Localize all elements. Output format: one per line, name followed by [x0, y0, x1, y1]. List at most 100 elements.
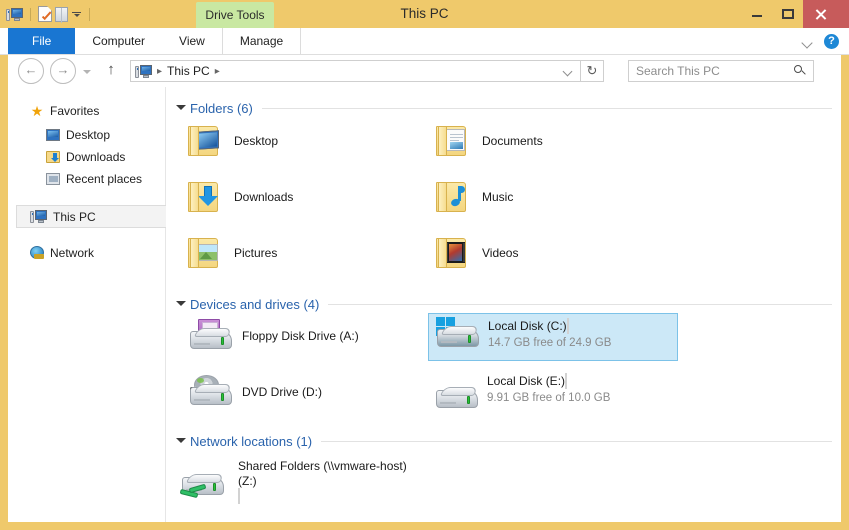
- up-button[interactable]: ↑: [100, 59, 122, 83]
- network-icon: [30, 246, 44, 259]
- item-documents[interactable]: Documents: [436, 124, 543, 157]
- breadcrumb-separator-1: ▸: [157, 65, 163, 77]
- item-label: DVD Drive (D:): [242, 385, 322, 399]
- customize-qat-chevron-down-icon[interactable]: [71, 9, 82, 20]
- capacity-bar: [238, 488, 240, 504]
- network-drive-icon: [179, 465, 226, 505]
- content-pane: Folders (6) Desktop Documents Downloads …: [166, 87, 841, 522]
- group-devices-and-drives: Devices and drives (4): [166, 293, 841, 315]
- group-title: Folders (6): [190, 100, 253, 116]
- group-rule: [261, 107, 832, 109]
- folder-desktop-icon: [188, 124, 226, 157]
- breadcrumb-item-this-pc[interactable]: This PC: [167, 64, 210, 78]
- item-label: Pictures: [234, 245, 278, 260]
- minimize-ribbon-chevron-down-icon[interactable]: [802, 36, 814, 48]
- capacity-text: 9.91 GB free of 10.0 GB: [487, 392, 611, 404]
- search-icon[interactable]: [794, 65, 806, 77]
- this-pc-icon[interactable]: [6, 7, 23, 22]
- capacity-bar: [565, 373, 568, 389]
- item-shared-folders-z[interactable]: Shared Folders (\\vmware-host) (Z:): [179, 457, 440, 509]
- group-header-folders[interactable]: Folders (6): [166, 97, 841, 119]
- qat-divider-2: [89, 7, 90, 21]
- group-rule: [328, 303, 832, 305]
- window-controls: [741, 0, 849, 28]
- item-music[interactable]: Music: [436, 180, 513, 213]
- group-header-devices[interactable]: Devices and drives (4): [166, 293, 841, 315]
- star-icon: ★: [30, 102, 44, 119]
- local-drive-icon: [434, 378, 480, 412]
- breadcrumb-separator-2[interactable]: ▸: [215, 66, 220, 77]
- group-folders: Folders (6): [166, 97, 841, 119]
- collapse-triangle-icon[interactable]: [176, 104, 186, 113]
- folder-documents-icon: [436, 124, 474, 157]
- breadcrumb-this-pc-icon: [135, 64, 152, 79]
- minimize-icon: [752, 15, 762, 17]
- sidebar-item-network[interactable]: Network: [8, 242, 165, 263]
- forward-button[interactable]: →: [50, 58, 76, 84]
- item-floppy-disk-drive-a[interactable]: Floppy Disk Drive (A:): [188, 319, 359, 353]
- this-pc-icon: [30, 209, 47, 224]
- capacity-text: 14.7 GB free of 24.9 GB: [488, 337, 612, 349]
- group-network-locations: Network locations (1): [166, 430, 841, 452]
- sidebar-item-recent-places[interactable]: Recent places: [8, 168, 165, 189]
- back-button[interactable]: ←: [18, 58, 44, 84]
- help-icon[interactable]: ?: [824, 34, 839, 49]
- desktop-icon: [46, 128, 60, 141]
- contextual-tab-title: Drive Tools: [196, 2, 274, 28]
- explorer-body: ★ Favorites Desktop Downloads Recent pla…: [8, 87, 841, 522]
- close-button[interactable]: [803, 0, 849, 28]
- folder-pictures-icon: [188, 236, 226, 269]
- sidebar-item-desktop[interactable]: Desktop: [8, 124, 165, 145]
- ribbon-right-controls: ?: [802, 28, 839, 55]
- capacity-bar: [566, 318, 569, 334]
- tab-file[interactable]: File: [8, 28, 76, 55]
- item-dvd-drive-d[interactable]: DVD DVD Drive (D:): [188, 375, 322, 409]
- item-label: Desktop: [234, 133, 279, 148]
- item-pictures[interactable]: Pictures: [188, 236, 277, 269]
- recent-places-icon: [46, 172, 60, 185]
- floppy-drive-icon: [188, 319, 234, 353]
- item-local-disk-e[interactable]: Local Disk (E:) 9.91 GB free of 10.0 GB: [434, 372, 678, 418]
- address-input[interactable]: ▸ This PC ▸: [130, 60, 581, 82]
- collapse-triangle-icon[interactable]: [176, 300, 186, 309]
- sidebar-item-label: Network: [50, 245, 95, 260]
- item-videos[interactable]: Videos: [436, 236, 518, 269]
- system-drive-icon: [435, 317, 481, 351]
- recent-locations-chevron-down-icon[interactable]: [79, 59, 95, 83]
- quick-access-toolbar: [6, 0, 94, 28]
- sidebar-item-favorites[interactable]: ★ Favorites: [8, 100, 165, 121]
- item-label: Music: [482, 189, 514, 204]
- tab-view[interactable]: View: [162, 28, 222, 55]
- sidebar-item-label: Desktop: [66, 127, 111, 142]
- sidebar-item-downloads[interactable]: Downloads: [8, 146, 165, 167]
- search-input[interactable]: Search This PC: [636, 64, 720, 78]
- sidebar-item-this-pc[interactable]: This PC: [16, 205, 173, 228]
- search-box[interactable]: Search This PC: [628, 60, 814, 82]
- new-folder-icon[interactable]: [55, 6, 68, 23]
- qat-divider-1: [30, 7, 31, 21]
- window-title: This PC: [400, 6, 449, 21]
- item-desktop[interactable]: Desktop: [188, 124, 278, 157]
- item-label: Documents: [482, 133, 543, 148]
- group-rule: [321, 440, 832, 442]
- sidebar-item-label: Downloads: [66, 149, 126, 164]
- tab-manage[interactable]: Manage: [221, 28, 302, 55]
- explorer-window: This PC Drive Tools File Computer View M…: [0, 0, 849, 530]
- collapse-triangle-icon[interactable]: [176, 437, 186, 446]
- maximize-button[interactable]: [772, 0, 803, 28]
- item-label: Floppy Disk Drive (A:): [242, 329, 359, 343]
- item-local-disk-c[interactable]: Local Disk (C:) 14.7 GB free of 24.9 GB: [428, 313, 678, 361]
- folder-music-icon: [436, 180, 474, 213]
- group-title: Network locations (1): [190, 433, 313, 449]
- refresh-button[interactable]: ↻: [581, 60, 604, 82]
- item-downloads[interactable]: Downloads: [188, 180, 293, 213]
- properties-icon[interactable]: [38, 6, 52, 22]
- folder-videos-icon: [436, 236, 474, 269]
- address-chevron-down-icon[interactable]: [564, 67, 574, 77]
- tab-computer[interactable]: Computer: [75, 28, 162, 55]
- minimize-button[interactable]: [741, 0, 772, 28]
- maximize-icon: [782, 9, 794, 19]
- group-header-network[interactable]: Network locations (1): [166, 430, 841, 452]
- sidebar-item-label: This PC: [53, 209, 96, 224]
- address-bar-row: ← → ↑ ▸ This PC ▸ ↻ Search This PC: [8, 55, 841, 87]
